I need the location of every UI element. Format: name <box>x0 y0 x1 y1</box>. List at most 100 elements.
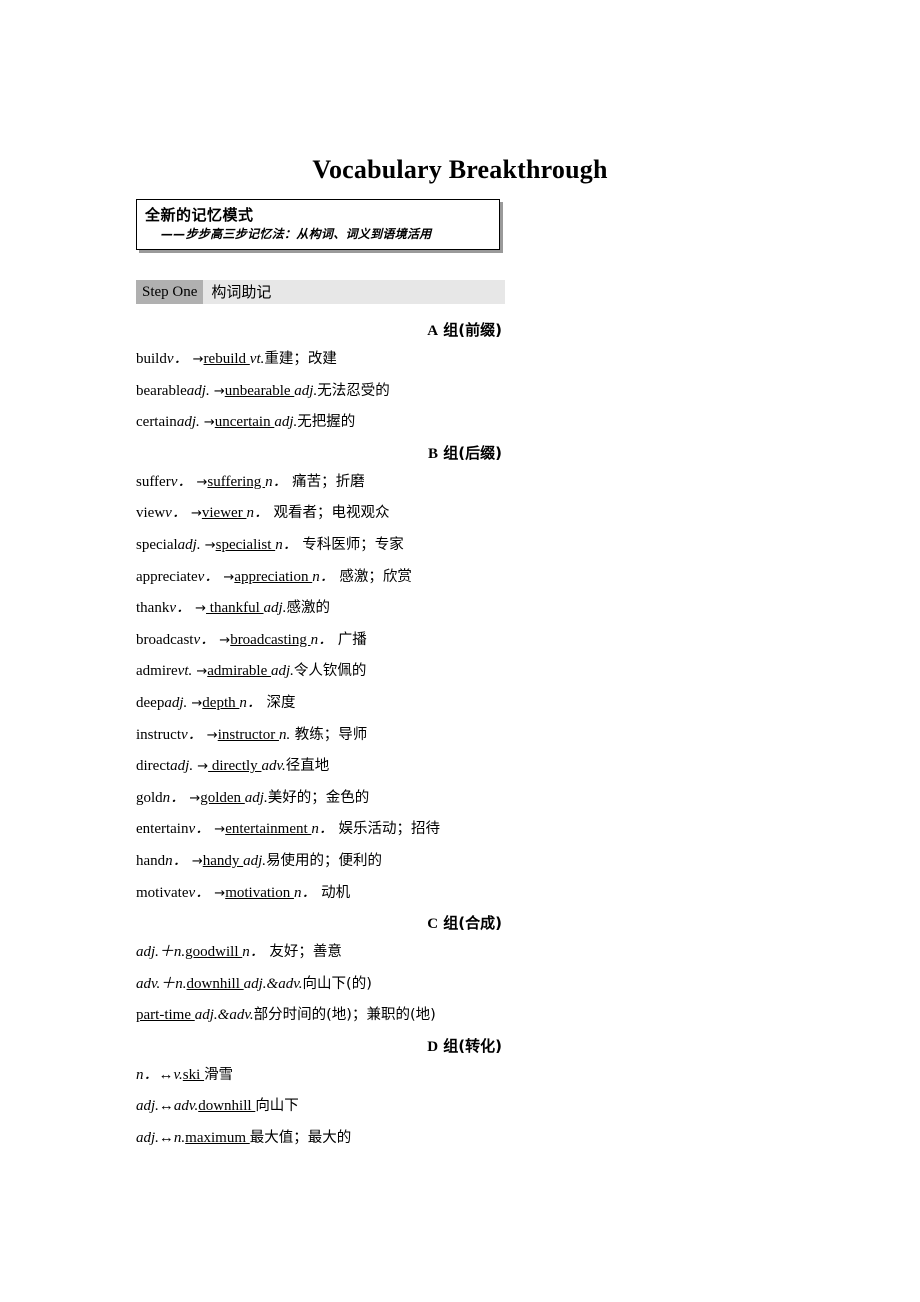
entry-meaning: 美好的；金色的 <box>267 789 370 806</box>
entry-derived-pos: n． <box>310 631 334 648</box>
entry-derived-pos: adj. <box>294 382 318 399</box>
vocabulary-entry: directadj. → directly adv.径直地 <box>136 751 502 783</box>
entry-meaning: 深度 <box>261 694 296 711</box>
entry-base-pos: v． <box>181 726 203 743</box>
entry-base: view <box>136 505 166 522</box>
vocabulary-entry: bearableadj. →unbearable adj.无法忍受的 <box>136 376 502 408</box>
entry-meaning: 动机 <box>316 884 351 901</box>
vocabulary-entry: adj.↔n.maximum 最大值；最大的 <box>136 1123 502 1155</box>
vocabulary-entry: motivatev． →motivation n． 动机 <box>136 878 502 910</box>
vocabulary-entry: broadcastv． →broadcasting n． 广播 <box>136 625 502 657</box>
entry-formula: adv.＋n. <box>136 975 187 992</box>
entry-derived-pos: n． <box>239 694 262 711</box>
entry-derived: instructor <box>217 726 279 743</box>
entry-derived-pos: vt. <box>249 351 265 367</box>
entry-base: build <box>136 351 167 367</box>
entry-derived: specialist <box>215 536 276 553</box>
group-heading-text: 组(前缀) <box>438 321 502 339</box>
step-label: 构词助记 <box>211 283 272 301</box>
entry-derived: broadcasting <box>230 631 311 648</box>
entry-word: ski <box>182 1066 205 1083</box>
entry-derived-pos: adj. <box>243 852 267 869</box>
arrow-icon: → <box>192 474 208 490</box>
vocabulary-entry: adj.＋n.goodwill n． 友好；善意 <box>136 937 502 969</box>
entry-base: bearable <box>136 382 187 399</box>
entry-base-pos: v． <box>188 884 211 901</box>
arrow-icon: → <box>219 569 235 585</box>
entry-base: appreciate <box>136 568 198 585</box>
step-badge: Step One <box>136 280 204 304</box>
vocabulary-entry: entertainv． →entertainment n． 娱乐活动；招待 <box>136 814 502 846</box>
vocabulary-entry: deepadj. →depth n． 深度 <box>136 688 502 720</box>
entry-base: hand <box>136 852 166 869</box>
entry-word: maximum <box>185 1130 250 1147</box>
entry-derived-pos: adj. <box>271 663 294 680</box>
entry-word: downhill <box>198 1098 256 1115</box>
entry-derived: handy <box>202 852 244 869</box>
arrow-icon: → <box>210 885 226 901</box>
vocabulary-entry: certainadj. →uncertain adj.无把握的 <box>136 407 502 439</box>
entry-base: deep <box>136 694 165 711</box>
entry-derived-pos: adv. <box>261 758 286 775</box>
entry-derived-pos: n． <box>312 568 335 585</box>
entry-derived-pos: n． <box>265 473 288 490</box>
vocabulary-entry: thankv． → thankful adj.感激的 <box>136 593 502 625</box>
entry-derived: admirable <box>207 663 271 680</box>
entry-base-pos: adj. <box>177 536 201 553</box>
document-page: Vocabulary Breakthrough 全新的记忆模式 ——步步高三步记… <box>0 0 920 1302</box>
entry-meaning: 痛苦；折磨 <box>287 473 365 490</box>
entry-meaning: 向山下 <box>255 1098 299 1115</box>
entry-derived: motivation <box>225 884 294 901</box>
entry-meaning: 观看者；电视观众 <box>268 505 390 522</box>
group-heading: A 组(前缀) <box>136 316 502 344</box>
arrow-icon: → <box>192 664 208 680</box>
entry-derived: appreciation <box>234 568 313 585</box>
entry-base: special <box>136 536 178 553</box>
vocabulary-content: A 组(前缀) buildv． →rebuild vt.重建；改建 bearable… <box>136 316 502 1155</box>
vocabulary-entry: admirevt. →admirable adj.令人钦佩的 <box>136 656 502 688</box>
entry-meaning: 令人钦佩的 <box>293 663 367 680</box>
entry-base: entertain <box>136 821 189 838</box>
page-title: Vocabulary Breakthrough <box>312 155 608 185</box>
group-heading-text: 组(转化) <box>438 1036 502 1055</box>
entry-base-pos: v． <box>197 568 220 585</box>
group-heading: C 组(合成) <box>136 909 502 937</box>
entry-derived: entertainment <box>225 821 312 838</box>
arrow-icon: → <box>200 537 216 553</box>
entry-formula: adj.↔adv. <box>136 1098 199 1115</box>
entry-base: gold <box>136 789 163 806</box>
arrow-icon: → <box>199 415 215 431</box>
arrow-icon: → <box>186 506 202 522</box>
group-letter: C <box>427 916 439 933</box>
entry-meaning: 友好；善意 <box>264 944 342 961</box>
arrow-icon: → <box>185 790 201 806</box>
entry-base-pos: adj. <box>164 694 188 711</box>
vocabulary-entry: adv.＋n.downhill adj.&adv.向山下(的) <box>136 969 502 1001</box>
arrow-icon: → <box>188 352 204 367</box>
entry-derived: viewer <box>201 505 247 522</box>
callout-title: 全新的记忆模式 <box>145 206 254 224</box>
entry-base-pos: n． <box>165 852 188 869</box>
arrow-icon: → <box>210 822 226 838</box>
entry-derived-pos: n． <box>293 884 317 901</box>
arrow-icon: → <box>187 853 203 869</box>
entry-base: admire <box>136 663 178 680</box>
entry-meaning: 部分时间的(地)；兼职的(地) <box>253 1007 436 1024</box>
vocabulary-entry: adj.↔adv.downhill 向山下 <box>136 1091 502 1123</box>
entry-base-pos: adj. <box>186 382 210 399</box>
entry-meaning: 滑雪 <box>204 1066 234 1083</box>
entry-meaning: 重建；改建 <box>264 351 337 367</box>
group-letter: B <box>428 445 439 462</box>
entry-derived-pos: n. <box>278 726 291 743</box>
entry-derived: suffering <box>207 473 266 490</box>
entry-derived-pos: n． <box>275 536 298 553</box>
vocabulary-entry: goldn． →golden adj.美好的；金色的 <box>136 783 502 815</box>
entry-derived: directly <box>208 758 262 775</box>
entry-meaning: 最大值；最大的 <box>249 1130 352 1147</box>
vocabulary-entry: specialadj. →specialist n． 专科医师；专家 <box>136 530 502 562</box>
entry-base-pos: v． <box>193 631 216 648</box>
entry-base-pos: vt. <box>177 663 193 680</box>
entry-base-pos: v． <box>165 505 187 522</box>
entry-word-pos: adj.&adv. <box>194 1007 254 1024</box>
entry-meaning: 易使用的；便利的 <box>266 852 383 869</box>
